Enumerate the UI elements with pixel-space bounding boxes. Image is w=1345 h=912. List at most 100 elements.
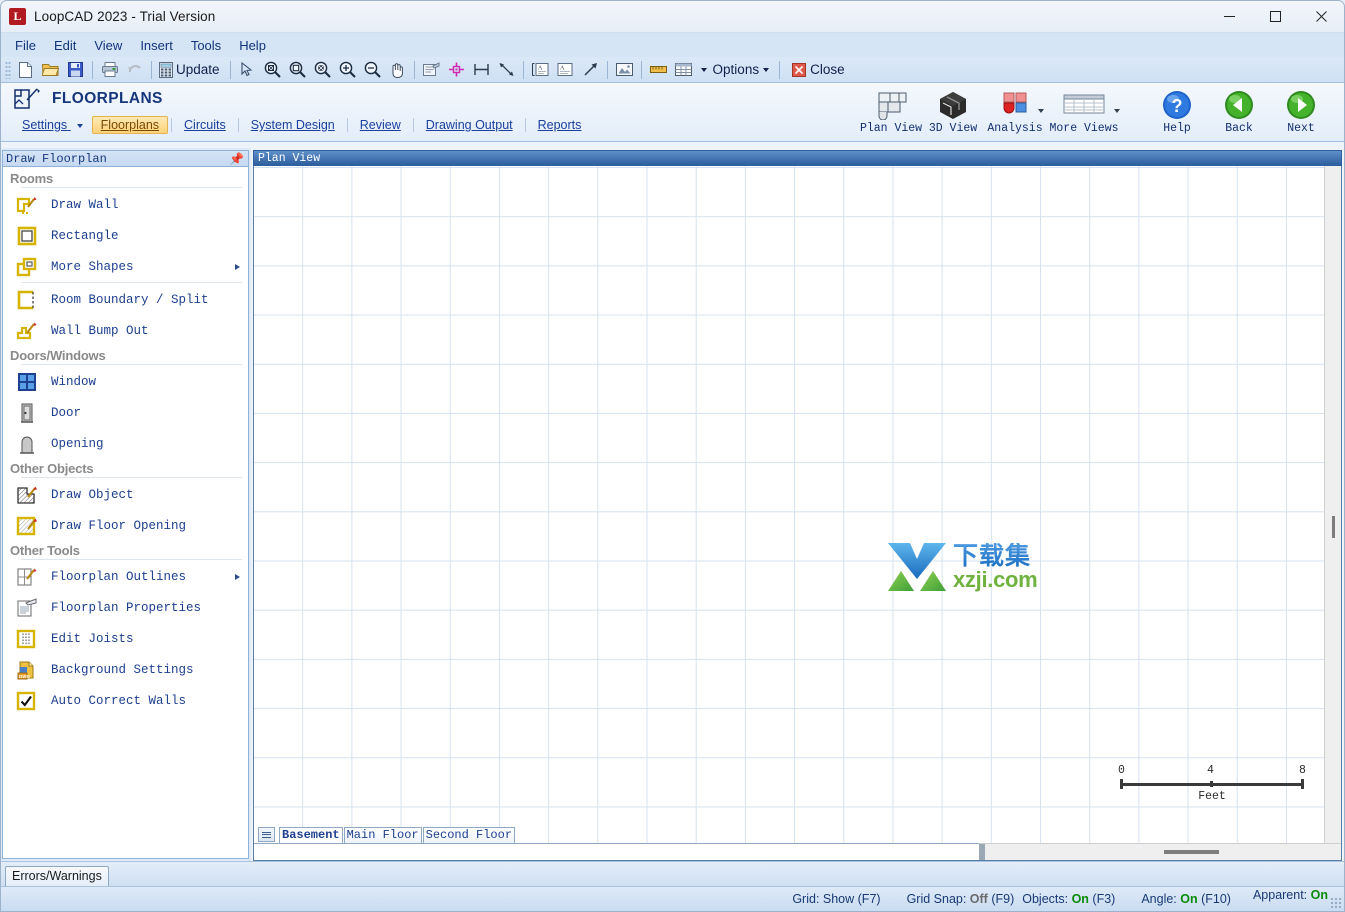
open-folder-icon[interactable] bbox=[38, 59, 63, 81]
menu-insert[interactable]: Insert bbox=[131, 35, 182, 56]
tab-scroll-handle-icon[interactable] bbox=[258, 827, 275, 842]
zoom-in-icon[interactable] bbox=[335, 59, 360, 81]
tool-background-settings[interactable]: DWG Background Settings bbox=[3, 654, 248, 685]
maximize-button[interactable] bbox=[1252, 1, 1298, 32]
scale-bar-line bbox=[1118, 778, 1306, 789]
table-dropdown-caret-icon[interactable] bbox=[700, 67, 707, 72]
status-apparent-value: On bbox=[1310, 888, 1328, 902]
text-box-icon[interactable]: A bbox=[528, 59, 553, 81]
update-button[interactable]: Update bbox=[156, 60, 226, 80]
save-disk-icon[interactable] bbox=[63, 59, 88, 81]
table-icon[interactable] bbox=[671, 59, 696, 81]
tool-rectangle[interactable]: Rectangle bbox=[3, 220, 248, 251]
tool-auto-correct-walls[interactable]: Auto Correct Walls bbox=[3, 685, 248, 716]
horizontal-scrollbar[interactable] bbox=[979, 843, 1341, 860]
group-divider bbox=[21, 559, 242, 560]
tool-draw-wall[interactable]: Draw Wall bbox=[3, 189, 248, 220]
status-objects[interactable]: Objects: On (F3) bbox=[1022, 892, 1115, 906]
watermark: 下载集 xzji.com bbox=[886, 541, 1038, 593]
status-grid[interactable]: Grid: Show (F7) bbox=[792, 892, 880, 906]
tool-label: Draw Object bbox=[51, 487, 134, 502]
tool-floorplan-outlines[interactable]: Floorplan Outlines bbox=[3, 561, 248, 592]
3d-view-button[interactable]: 3D View bbox=[922, 87, 984, 135]
menu-file[interactable]: File bbox=[6, 35, 45, 56]
floor-tab-main-floor[interactable]: Main Floor bbox=[343, 827, 422, 843]
horizontal-scrollbar-thumb[interactable] bbox=[1164, 850, 1219, 854]
toolbar-grip[interactable] bbox=[5, 60, 11, 79]
tab-floorplans[interactable]: Floorplans bbox=[91, 116, 169, 134]
close-view-button[interactable]: Close bbox=[788, 60, 852, 79]
tab-divider bbox=[171, 118, 173, 132]
plan-view-button[interactable]: Plan View bbox=[860, 87, 922, 135]
pan-hand-icon[interactable] bbox=[385, 59, 410, 81]
horizontal-scrollbar-cap[interactable] bbox=[979, 844, 985, 860]
status-bar: Grid: Show (F7) Grid Snap: Off (F9) Obje… bbox=[1, 886, 1344, 911]
zoom-window-icon[interactable] bbox=[285, 59, 310, 81]
menu-edit[interactable]: Edit bbox=[45, 35, 85, 56]
errors-warnings-tab[interactable]: Errors/Warnings bbox=[5, 866, 109, 886]
tool-opening[interactable]: Opening bbox=[3, 428, 248, 459]
help-button[interactable]: ? Help bbox=[1146, 87, 1208, 135]
close-button[interactable] bbox=[1298, 1, 1344, 32]
measure-icon[interactable] bbox=[494, 59, 519, 81]
status-apparent[interactable]: Apparent: On bbox=[1253, 888, 1328, 902]
print-icon[interactable] bbox=[97, 59, 122, 81]
minimize-button[interactable] bbox=[1206, 1, 1252, 32]
menu-view[interactable]: View bbox=[85, 35, 131, 56]
tab-reports[interactable]: Reports bbox=[529, 116, 591, 134]
tab-system-design[interactable]: System Design bbox=[242, 116, 344, 134]
analysis-button[interactable]: Analysis bbox=[984, 87, 1046, 135]
tool-room-boundary-split[interactable]: Room Boundary / Split bbox=[3, 284, 248, 315]
menu-tools[interactable]: Tools bbox=[182, 35, 230, 56]
tool-wall-bump-out[interactable]: Wall Bump Out bbox=[3, 315, 248, 346]
new-document-icon[interactable] bbox=[13, 59, 38, 81]
analysis-caret-icon[interactable] bbox=[1038, 109, 1044, 113]
vertical-scrollbar-thumb[interactable] bbox=[1332, 516, 1335, 538]
tab-circuits[interactable]: Circuits bbox=[175, 116, 235, 134]
vertical-scrollbar[interactable] bbox=[1324, 166, 1341, 843]
undo-icon[interactable] bbox=[122, 59, 147, 81]
more-views-caret-icon[interactable] bbox=[1114, 109, 1120, 113]
help-question-icon: ? bbox=[1161, 89, 1193, 121]
status-angle[interactable]: Angle: On (F10) bbox=[1141, 892, 1231, 906]
zoom-extents-icon[interactable] bbox=[260, 59, 285, 81]
resize-grip[interactable] bbox=[1330, 897, 1342, 909]
pin-icon[interactable]: 📌 bbox=[229, 153, 244, 165]
tool-edit-joists[interactable]: Edit Joists bbox=[3, 623, 248, 654]
dimension-icon[interactable] bbox=[469, 59, 494, 81]
options-button[interactable]: Options bbox=[707, 60, 776, 79]
tool-floorplan-properties[interactable]: Floorplan Properties bbox=[3, 592, 248, 623]
ruler-icon[interactable] bbox=[646, 59, 671, 81]
floor-tab-second-floor[interactable]: Second Floor bbox=[422, 827, 516, 843]
tool-draw-object[interactable]: Draw Object bbox=[3, 479, 248, 510]
drawing-canvas[interactable]: 下载集 xzji.com 0 4 8 Feet Basement Main Fl… bbox=[254, 166, 1324, 843]
menu-help[interactable]: Help bbox=[230, 35, 275, 56]
next-arrow-icon bbox=[1285, 89, 1317, 121]
tool-more-shapes[interactable]: More Shapes bbox=[3, 251, 248, 282]
tab-drawing-output[interactable]: Drawing Output bbox=[417, 116, 522, 134]
text-note-icon[interactable]: A bbox=[553, 59, 578, 81]
tool-draw-floor-opening[interactable]: Draw Floor Opening bbox=[3, 510, 248, 541]
zoom-out-icon[interactable] bbox=[360, 59, 385, 81]
zoom-previous-icon[interactable] bbox=[310, 59, 335, 81]
back-button[interactable]: Back bbox=[1208, 87, 1270, 135]
tool-label: Room Boundary / Split bbox=[51, 292, 209, 307]
image-icon[interactable] bbox=[612, 59, 637, 81]
more-views-button[interactable]: More Views bbox=[1046, 87, 1122, 135]
floorplan-properties-icon bbox=[15, 596, 39, 620]
scale-bar-unit: Feet bbox=[1198, 790, 1226, 803]
tool-door[interactable]: Door bbox=[3, 397, 248, 428]
tab-review[interactable]: Review bbox=[351, 116, 410, 134]
options-caret-icon bbox=[763, 67, 770, 72]
next-button[interactable]: Next bbox=[1270, 87, 1332, 135]
floor-tab-basement[interactable]: Basement bbox=[279, 827, 343, 843]
tab-settings[interactable]: Settings bbox=[13, 116, 92, 134]
leader-arrow-icon[interactable] bbox=[578, 59, 603, 81]
tool-window[interactable]: Window bbox=[3, 366, 248, 397]
scale-tick-0: 0 bbox=[1118, 764, 1125, 777]
status-grid-snap[interactable]: Grid Snap: Off (F9) bbox=[907, 892, 1015, 906]
select-arrow-icon[interactable] bbox=[235, 59, 260, 81]
snap-node-icon[interactable] bbox=[444, 59, 469, 81]
properties-icon[interactable] bbox=[419, 59, 444, 81]
toolbar-separator bbox=[779, 60, 781, 79]
